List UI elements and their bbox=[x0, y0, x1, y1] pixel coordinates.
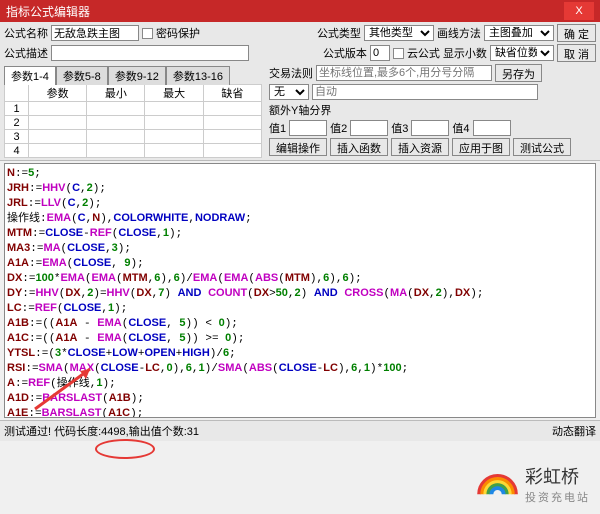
dec-label: 显示小数 bbox=[443, 45, 487, 61]
dynamic-translate[interactable]: 动态翻译 bbox=[552, 423, 596, 439]
watermark-logo: 彩虹桥 投资充电站 bbox=[473, 459, 590, 508]
apply-button[interactable]: 应用于图 bbox=[452, 138, 510, 156]
code-editor[interactable]: N:=5; JRH:=HHV(C,2); JRL:=LLV(C,2); 操作线:… bbox=[4, 163, 596, 418]
cloud-label: 云公式 bbox=[407, 45, 440, 61]
pwd-checkbox[interactable] bbox=[142, 28, 153, 39]
type-select[interactable]: 其他类型 bbox=[364, 25, 434, 41]
v1-input[interactable] bbox=[289, 120, 327, 136]
cloud-checkbox[interactable] bbox=[393, 48, 404, 59]
extra-y-label: 额外Y轴分界 bbox=[269, 102, 331, 118]
res-button[interactable]: 插入资源 bbox=[391, 138, 449, 156]
edit-button[interactable]: 编辑操作 bbox=[269, 138, 327, 156]
v3-input[interactable] bbox=[411, 120, 449, 136]
ok-button[interactable]: 确 定 bbox=[557, 24, 596, 42]
test-button[interactable]: 测试公式 bbox=[513, 138, 571, 156]
tab-params-1-4[interactable]: 参数1-4 bbox=[4, 66, 56, 85]
saveas-button[interactable]: 另存为 bbox=[495, 64, 542, 82]
auto-input[interactable] bbox=[312, 84, 538, 100]
window-title: 指标公式编辑器 bbox=[6, 3, 90, 20]
name-label: 公式名称 bbox=[4, 25, 48, 41]
status-text: 测试通过! 代码长度:4498,输出值个数:31 bbox=[4, 423, 199, 439]
pwd-label: 密码保护 bbox=[156, 25, 200, 41]
rule-input[interactable] bbox=[316, 65, 492, 81]
desc-label: 公式描述 bbox=[4, 45, 48, 61]
tab-params-9-12[interactable]: 参数9-12 bbox=[108, 66, 166, 85]
v4-input[interactable] bbox=[473, 120, 511, 136]
func-button[interactable]: 插入函数 bbox=[330, 138, 388, 156]
draw-label: 画线方法 bbox=[437, 25, 481, 41]
type-label: 公式类型 bbox=[317, 25, 361, 41]
annotation-circle bbox=[95, 439, 155, 459]
param-table[interactable]: 参数最小最大缺省 1 2 3 4 bbox=[4, 84, 262, 158]
name-input[interactable] bbox=[51, 25, 139, 41]
close-button[interactable]: X bbox=[564, 2, 594, 20]
tab-params-5-8[interactable]: 参数5-8 bbox=[56, 66, 108, 85]
cancel-button[interactable]: 取 消 bbox=[557, 44, 596, 62]
desc-input[interactable] bbox=[51, 45, 249, 61]
tab-params-13-16[interactable]: 参数13-16 bbox=[166, 66, 230, 85]
none-select[interactable]: 无 bbox=[269, 84, 309, 100]
dec-select[interactable]: 缺省位数 bbox=[490, 45, 554, 61]
v2-input[interactable] bbox=[350, 120, 388, 136]
ver-label: 公式版本 bbox=[323, 45, 367, 61]
draw-select[interactable]: 主图叠加 bbox=[484, 25, 554, 41]
ver-input[interactable] bbox=[370, 45, 390, 61]
rule-label: 交易法则 bbox=[269, 65, 313, 81]
